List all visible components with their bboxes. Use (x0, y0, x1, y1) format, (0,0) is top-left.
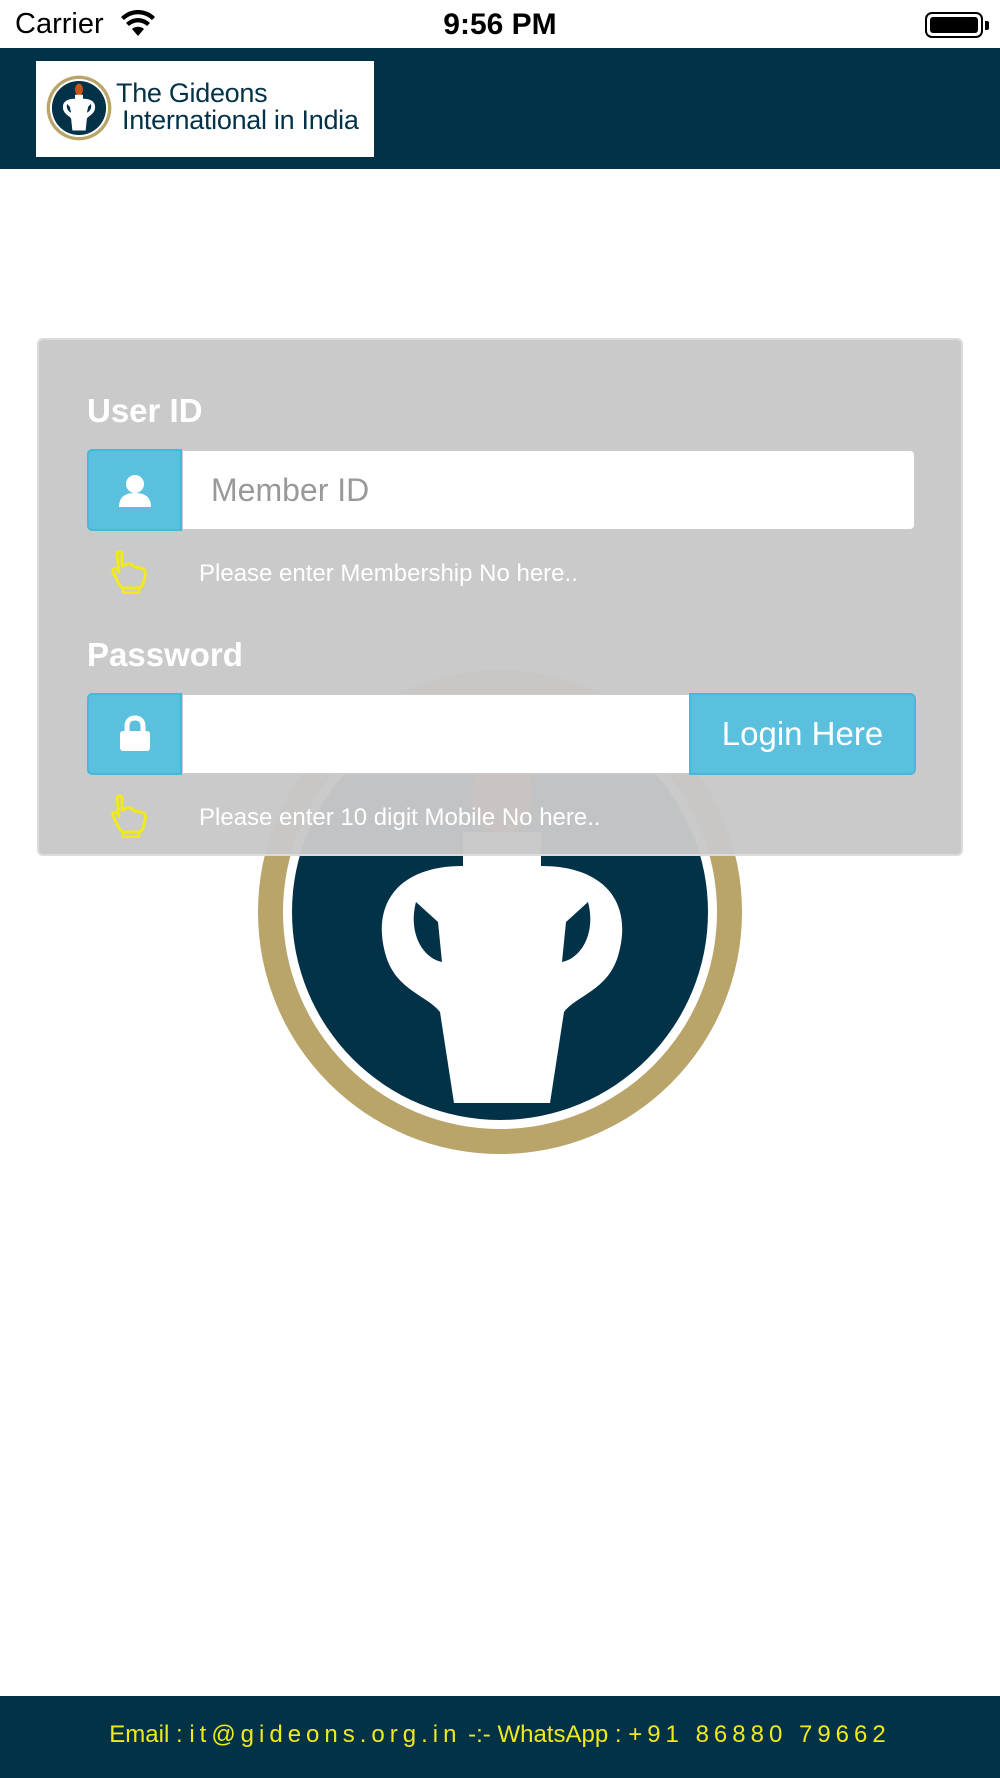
logo[interactable]: The Gideons International in India (36, 61, 374, 157)
email-link[interactable]: it@gideons.org.in (189, 1721, 461, 1748)
user-icon (119, 475, 151, 507)
whatsapp-link[interactable]: +91 86880 79662 (628, 1721, 891, 1748)
email-label: Email : (109, 1721, 183, 1748)
password-input[interactable] (182, 694, 690, 774)
member-id-input[interactable] (182, 450, 915, 530)
app-header: The Gideons International in India (0, 48, 1000, 169)
clock: 9:56 PM (443, 8, 557, 41)
login-screen: Carrier 9:56 PM The Gideons Internationa… (0, 0, 1000, 1778)
logo-text: The Gideons International in India (116, 80, 359, 134)
login-card: User ID Please enter Membership No here.… (37, 338, 963, 856)
password-label: Password (87, 636, 243, 673)
whatsapp-label: WhatsApp : (497, 1721, 622, 1748)
logo-line-2: International in India (122, 105, 359, 135)
user-addon (87, 449, 182, 531)
login-button[interactable]: Login Here (689, 693, 916, 775)
pointing-hand-icon (111, 550, 147, 594)
pointing-hand-icon (111, 794, 147, 838)
contact-info: Email : it@gideons.org.in -:- WhatsApp :… (0, 1721, 1000, 1749)
status-bar: Carrier 9:56 PM (0, 0, 1000, 48)
password-addon (87, 693, 182, 775)
lock-icon (120, 715, 150, 751)
battery-icon (925, 12, 989, 38)
gideons-emblem-icon (46, 75, 112, 141)
footer-separator: -:- (468, 1721, 491, 1748)
user-id-label: User ID (87, 392, 203, 429)
user-hint-text: Please enter Membership No here.. (199, 560, 578, 587)
contact-footer: Email : it@gideons.org.in -:- WhatsApp :… (0, 1696, 1000, 1778)
logo-line-1: The Gideons (116, 78, 268, 108)
password-hint-text: Please enter 10 digit Mobile No here.. (199, 804, 601, 831)
